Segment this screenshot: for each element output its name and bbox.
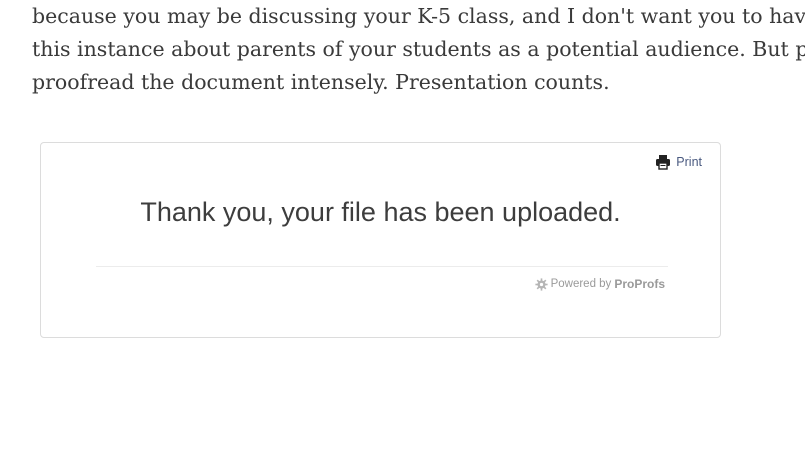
page: because you may be discussing your K-5 c… [0, 0, 805, 470]
article-line: this instance about parents of your stud… [32, 37, 805, 61]
proprofs-brand: ProProfs [614, 277, 665, 291]
powered-by-text: Powered by [550, 278, 612, 290]
article-line: because you may be discussing your K-5 c… [32, 4, 805, 28]
print-label: Print [676, 155, 702, 169]
printer-icon [655, 154, 671, 170]
print-button[interactable]: Print [655, 154, 702, 170]
article-line: proofread the document intensely. Presen… [32, 70, 610, 94]
article-text: because you may be discussing your K-5 c… [32, 0, 805, 99]
gear-icon [534, 277, 548, 291]
divider [96, 266, 668, 267]
upload-confirmation-card: Print Thank you, your file has been uplo… [40, 142, 721, 338]
confirmation-message: Thank you, your file has been uploaded. [140, 197, 621, 227]
powered-by-link[interactable]: Powered by ProProfs [534, 277, 665, 291]
